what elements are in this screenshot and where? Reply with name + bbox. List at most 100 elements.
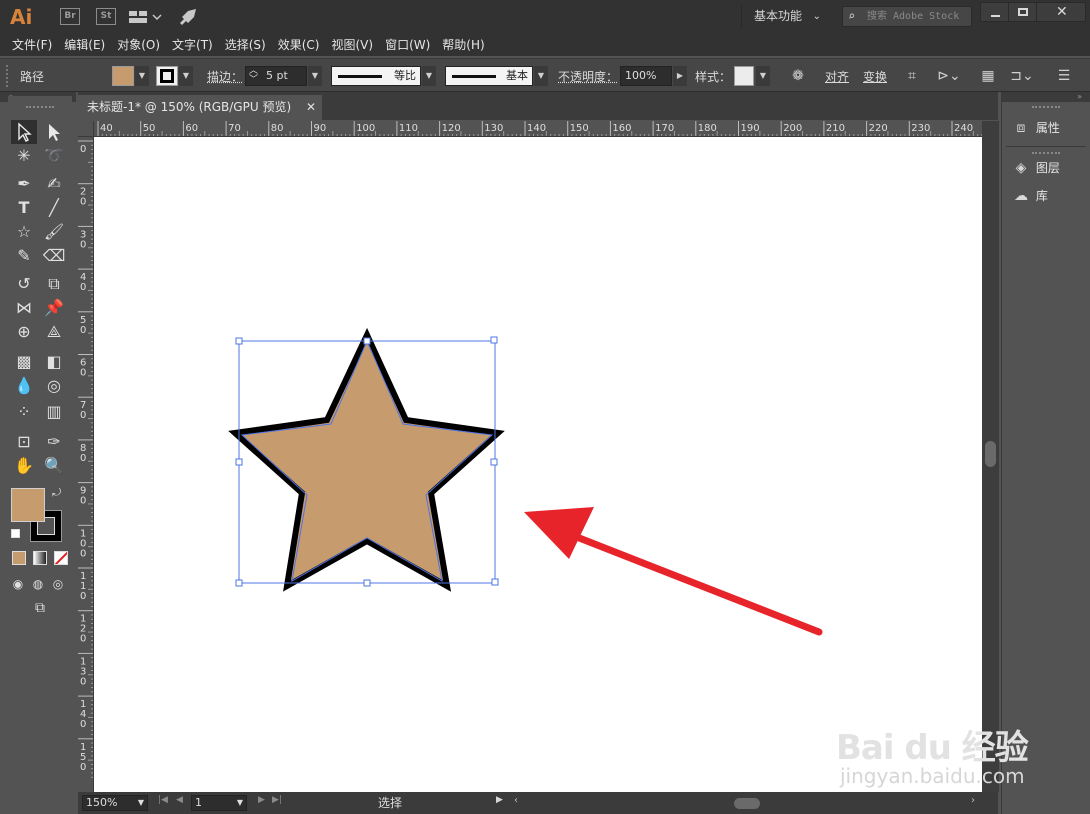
libraries-panel-button[interactable]: ☁ 库	[1010, 184, 1088, 208]
variable-width-profile[interactable]: 等比	[331, 66, 421, 86]
stroke-label[interactable]: 描边：	[207, 68, 243, 85]
vertical-ruler[interactable]: 02030405060708090100110120130140150	[78, 137, 94, 792]
handle-top-right[interactable]	[490, 336, 498, 344]
document-tab[interactable]: 未标题-1* @ 150% (RGB/GPU 预览) ✕	[78, 95, 322, 120]
color-mode-button[interactable]	[12, 551, 26, 565]
default-fill-stroke-icon[interactable]	[11, 529, 20, 538]
stroke-weight-dropdown-arrow[interactable]: ▼	[308, 66, 322, 86]
handle-bottom-center[interactable]	[363, 579, 371, 587]
shape-builder-tool-icon[interactable]: ⊕	[11, 320, 37, 344]
symbol-sprayer-tool-icon[interactable]: ⁘	[11, 400, 37, 424]
fill-dropdown-arrow[interactable]: ▼	[135, 66, 149, 86]
scale-tool-icon[interactable]: ⧉	[41, 272, 67, 296]
handle-top-left[interactable]	[235, 337, 243, 345]
draw-normal-icon[interactable]: ◉	[8, 572, 28, 596]
profile-dropdown-arrow[interactable]: ▼	[422, 66, 436, 86]
last-artboard-icon[interactable]: ▶|	[272, 795, 282, 805]
maximize-button[interactable]	[1008, 2, 1038, 22]
brush-definition[interactable]: 基本	[445, 66, 533, 86]
draw-inside-icon[interactable]: ◎	[48, 572, 68, 596]
magic-wand-tool-icon[interactable]: ✳	[11, 144, 37, 168]
menu-help[interactable]: 帮助(H)	[436, 34, 490, 56]
opacity-field[interactable]: 100%	[620, 66, 672, 86]
stock-button[interactable]: St	[96, 8, 116, 25]
stroke-weight-field[interactable]: ︿ ﹀ 5 pt	[245, 66, 307, 86]
menu-select[interactable]: 选择(S)	[219, 34, 272, 56]
opacity-label[interactable]: 不透明度：	[558, 68, 618, 85]
close-icon[interactable]: ✕	[306, 95, 316, 120]
menu-object[interactable]: 对象(O)	[111, 34, 166, 56]
handle-top-center[interactable]	[363, 337, 371, 345]
opacity-slider-arrow[interactable]: ▶	[673, 66, 687, 86]
tools-grip[interactable]	[26, 106, 54, 109]
workspace-switcher[interactable]: 基本功能 ⌄	[741, 5, 827, 28]
chevron-down-icon[interactable]: ▼	[237, 796, 243, 810]
chevron-down-icon[interactable]: ▼	[138, 796, 144, 810]
gradient-mode-button[interactable]	[33, 551, 47, 565]
stroke-color-swatch[interactable]	[156, 66, 178, 86]
bridge-button[interactable]: Br	[60, 8, 80, 25]
isolate-object-icon[interactable]: ⌗	[902, 67, 922, 85]
handle-middle-right[interactable]	[490, 458, 498, 466]
close-window-button[interactable]: ✕	[1036, 2, 1086, 22]
artboard-tool-icon[interactable]: ⊡	[11, 430, 37, 454]
snap-icon[interactable]: ⊐⌄	[1004, 67, 1040, 85]
ruler-origin[interactable]	[78, 121, 94, 137]
previous-artboard-icon[interactable]: ◀	[176, 795, 183, 805]
star-shape[interactable]	[228, 327, 505, 592]
first-artboard-icon[interactable]: |◀	[158, 795, 168, 805]
blend-tool-icon[interactable]: ◎	[41, 374, 67, 398]
align-button[interactable]: 对齐	[825, 68, 849, 85]
recolor-artwork-icon[interactable]: ❁	[788, 67, 808, 85]
handle-bottom-right[interactable]	[491, 578, 499, 586]
shaper-tool-icon[interactable]: ✎	[11, 244, 37, 268]
minimize-button[interactable]	[980, 2, 1010, 22]
paintbrush-tool-icon[interactable]: 🖌	[41, 220, 67, 244]
menu-effect[interactable]: 效果(C)	[272, 34, 326, 56]
arrange-grid-icon[interactable]: ▦	[978, 67, 998, 85]
selection-tool-icon[interactable]	[11, 120, 37, 144]
menu-file[interactable]: 文件(F)	[6, 34, 58, 56]
menu-edit[interactable]: 编辑(E)	[58, 34, 111, 56]
draw-behind-icon[interactable]: ◍	[28, 572, 48, 596]
menu-view[interactable]: 视图(V)	[325, 34, 379, 56]
brush-dropdown-arrow[interactable]: ▼	[534, 66, 548, 86]
direct-selection-tool-icon[interactable]	[41, 120, 67, 144]
vertical-scroll-thumb[interactable]	[985, 441, 996, 467]
column-graph-tool-icon[interactable]: ▥	[41, 400, 67, 424]
stepper-arrows-icon[interactable]: ︿ ﹀	[249, 67, 258, 85]
star-tool-icon[interactable]: ☆	[11, 220, 37, 244]
screen-mode-icon[interactable]: ⧉	[26, 596, 54, 620]
style-dropdown-arrow[interactable]: ▼	[756, 66, 770, 86]
width-tool-icon[interactable]: ⋈	[11, 296, 37, 320]
none-mode-button[interactable]	[54, 551, 68, 565]
stock-search-input[interactable]: ⌕ 搜索 Adobe Stock	[842, 6, 972, 27]
graphic-style-swatch[interactable]	[734, 66, 754, 86]
gpu-performance-icon[interactable]	[178, 7, 198, 27]
puppet-warp-tool-icon[interactable]: 📌	[41, 296, 67, 320]
select-similar-icon[interactable]: ⊳⌄	[934, 67, 964, 85]
perspective-grid-tool-icon[interactable]: ⟁	[41, 320, 67, 344]
panels-grip-2[interactable]	[1032, 152, 1060, 155]
stroke-dropdown-arrow[interactable]: ▼	[179, 66, 193, 86]
zoom-tool-icon[interactable]: 🔍	[41, 454, 67, 478]
transform-button[interactable]: 变换	[863, 68, 887, 85]
expand-panels-icon[interactable]: »	[1002, 92, 1090, 102]
type-tool-icon[interactable]: T	[11, 196, 37, 220]
slice-tool-icon[interactable]: ✑	[41, 430, 67, 454]
menu-window[interactable]: 窗口(W)	[379, 34, 436, 56]
lasso-tool-icon[interactable]: ➰	[41, 144, 67, 168]
panels-grip[interactable]	[1032, 106, 1060, 109]
zoom-level-field[interactable]: 150% ▼	[82, 795, 148, 811]
current-tool-status[interactable]: 选择	[378, 795, 402, 811]
swap-fill-stroke-icon[interactable]: ⤾	[52, 486, 61, 500]
eyedropper-tool-icon[interactable]: 💧	[11, 374, 37, 398]
hand-tool-icon[interactable]: ✋	[11, 454, 37, 478]
curvature-tool-icon[interactable]: ✍	[41, 172, 67, 196]
fill-indicator[interactable]	[11, 488, 45, 522]
handle-middle-left[interactable]	[235, 458, 243, 466]
status-menu-arrow[interactable]: ▶	[496, 795, 503, 805]
pen-tool-icon[interactable]: ✒	[11, 172, 37, 196]
control-bar-grip[interactable]	[6, 65, 9, 87]
next-artboard-icon[interactable]: ▶	[258, 795, 265, 805]
